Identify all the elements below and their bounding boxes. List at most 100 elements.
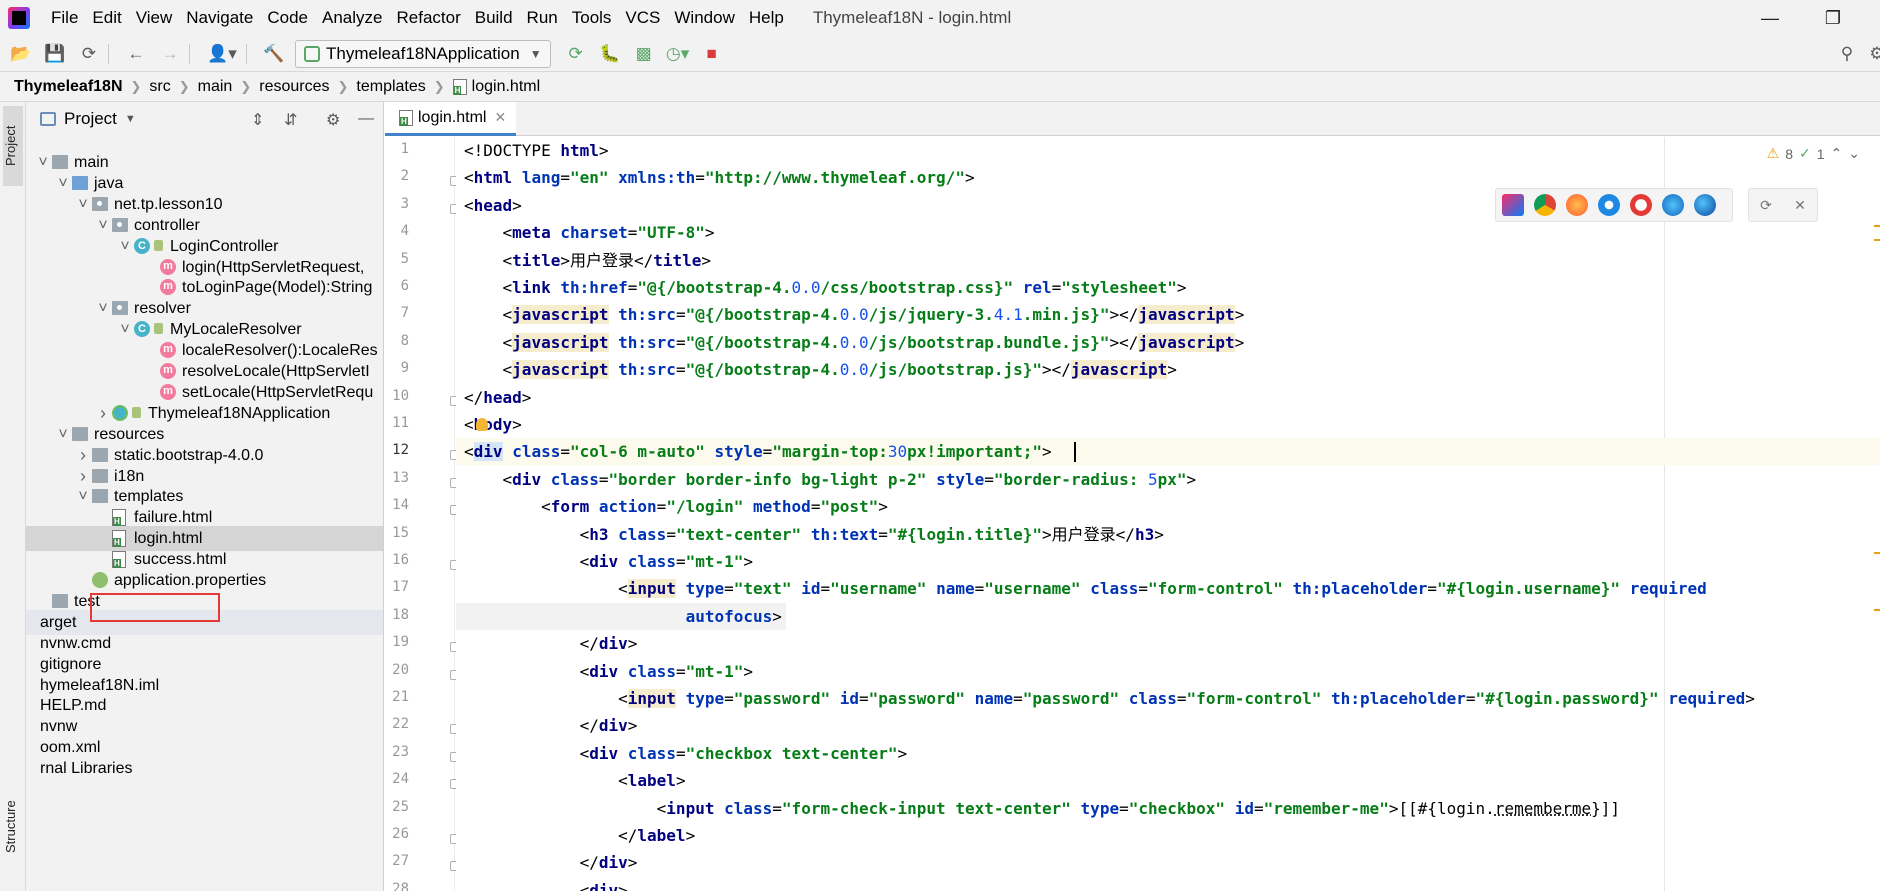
code-line[interactable]: <label>: [464, 767, 685, 794]
menu-vcs[interactable]: VCS: [618, 0, 667, 36]
tree-item[interactable]: rnal Libraries: [26, 756, 383, 781]
code-line[interactable]: <javascript th:src="@{/bootstrap-4.0.0/j…: [464, 329, 1244, 356]
prev-highlight-icon[interactable]: ⌃: [1831, 145, 1843, 162]
code-line[interactable]: <input type="password" id="password" nam…: [464, 685, 1755, 712]
error-stripe-mark[interactable]: [1874, 552, 1880, 554]
code-line[interactable]: <title>用户登录</title>: [464, 247, 712, 274]
stripe-tab-project[interactable]: Project: [3, 106, 23, 186]
minimize-icon[interactable]: —: [1745, 0, 1795, 36]
menu-file[interactable]: File: [44, 0, 85, 36]
menu-refactor[interactable]: Refactor: [389, 0, 467, 36]
forward-arrow-icon[interactable]: →: [157, 41, 183, 67]
code-line[interactable]: <div class="mt-1">: [464, 658, 753, 685]
firefox-icon[interactable]: [1566, 194, 1588, 216]
synchronize-icon[interactable]: ⟳: [76, 41, 102, 67]
code-line[interactable]: autofocus>: [464, 603, 782, 630]
chrome-icon[interactable]: [1534, 194, 1556, 216]
code-line[interactable]: <input class="form-check-input text-cent…: [464, 795, 1620, 822]
expand-all-icon[interactable]: ⇕: [251, 110, 264, 130]
code-line[interactable]: <!DOCTYPE html>: [464, 137, 609, 164]
stripe-tab-structure[interactable]: Structure: [3, 772, 23, 882]
tab-login-html[interactable]: login.html ✕: [385, 102, 517, 136]
menu-code[interactable]: Code: [260, 0, 315, 36]
internet-explorer-icon[interactable]: [1662, 194, 1684, 216]
run-config-label: Thymeleaf18NApplication: [326, 43, 520, 63]
code-line[interactable]: </head>: [464, 384, 531, 411]
code-editor[interactable]: <!DOCTYPE html> <html lang="en" xmlns:th=…: [456, 137, 1880, 891]
restore-icon[interactable]: ❐: [1808, 0, 1858, 36]
menu-build[interactable]: Build: [468, 0, 520, 36]
breadcrumb-file[interactable]: login.html: [472, 78, 540, 96]
rerun-icon[interactable]: ⟳: [563, 41, 589, 67]
menu-help[interactable]: Help: [742, 0, 791, 36]
breadcrumb-templates[interactable]: templates: [356, 78, 425, 96]
build-hammer-icon[interactable]: 🔨: [261, 41, 287, 67]
intellij-browser-icon[interactable]: [1502, 194, 1524, 216]
chevron-down-icon[interactable]: ▼: [125, 113, 136, 125]
error-stripe-mark[interactable]: [1874, 239, 1880, 241]
opera-icon[interactable]: [1630, 194, 1652, 216]
line-number: 24: [392, 771, 409, 788]
code-line[interactable]: <div class="col-6 m-auto" style="margin-…: [464, 438, 1052, 465]
menu-edit[interactable]: Edit: [85, 0, 128, 36]
code-line[interactable]: <head>: [464, 192, 522, 219]
line-number: 22: [392, 716, 409, 733]
code-line[interactable]: <body>: [464, 411, 522, 438]
safari-icon[interactable]: [1598, 194, 1620, 216]
code-line[interactable]: <div>: [464, 877, 628, 891]
code-line[interactable]: <div class="border border-info bg-light …: [464, 466, 1197, 493]
debug-bug-icon[interactable]: 🐛: [597, 41, 623, 67]
code-line[interactable]: <javascript th:src="@{/bootstrap-4.0.0/j…: [464, 356, 1177, 383]
code-line[interactable]: </div>: [464, 712, 638, 739]
code-line[interactable]: </div>: [464, 849, 638, 876]
code-line[interactable]: <input type="text" id="username" name="u…: [464, 575, 1707, 602]
next-highlight-icon[interactable]: ⌄: [1848, 145, 1860, 162]
coverage-icon[interactable]: ▩: [631, 41, 657, 67]
run-configuration-selector[interactable]: Thymeleaf18NApplication ▼: [295, 39, 551, 68]
save-all-icon[interactable]: 💾: [42, 41, 68, 67]
breadcrumb-src[interactable]: src: [149, 78, 170, 96]
profile-icon[interactable]: ◷▾: [665, 41, 691, 67]
user-dropdown-icon[interactable]: 👤▾: [204, 41, 240, 67]
line-number: 7: [400, 305, 409, 322]
menu-view[interactable]: View: [129, 0, 180, 36]
code-line[interactable]: </div>: [464, 630, 638, 657]
collapse-all-icon[interactable]: ⇵: [284, 110, 297, 130]
code-line[interactable]: </label>: [464, 822, 695, 849]
preview-reload-icon[interactable]: ⟳: [1760, 197, 1772, 214]
code-line[interactable]: <javascript th:src="@{/bootstrap-4.0.0/j…: [464, 301, 1244, 328]
code-line[interactable]: <form action="/login" method="post">: [464, 493, 888, 520]
close-tab-icon[interactable]: ✕: [494, 109, 506, 126]
code-line[interactable]: <html lang="en" xmlns:th="http://www.thy…: [464, 164, 975, 191]
breadcrumb-resources[interactable]: resources: [259, 78, 329, 96]
stop-icon[interactable]: ■: [699, 41, 725, 67]
menu-navigate[interactable]: Navigate: [179, 0, 260, 36]
settings-gear-icon[interactable]: ⚙: [1864, 41, 1880, 67]
back-arrow-icon[interactable]: ←: [123, 41, 149, 67]
error-stripe-mark[interactable]: [1874, 609, 1880, 611]
search-icon[interactable]: ⚲: [1834, 41, 1860, 67]
panel-settings-gear-icon[interactable]: ⚙: [326, 110, 340, 130]
close-icon[interactable]: ✕: [1794, 197, 1806, 214]
project-panel-title[interactable]: Project: [64, 109, 117, 129]
code-line[interactable]: <h3 class="text-center" th:text="#{login…: [464, 521, 1164, 548]
code-line[interactable]: <meta charset="UTF-8">: [464, 219, 715, 246]
hide-panel-icon[interactable]: —: [358, 110, 374, 128]
inspection-widget[interactable]: ⚠ 8 ✓ 1 ⌃ ⌄: [1767, 145, 1860, 162]
line-number: 6: [400, 278, 409, 294]
code-line[interactable]: <div class="mt-1">: [464, 548, 753, 575]
code-line[interactable]: <link th:href="@{/bootstrap-4.0.0/css/bo…: [464, 274, 1187, 301]
error-stripe-mark[interactable]: [1874, 225, 1880, 227]
line-number: 26: [392, 826, 409, 842]
menu-window[interactable]: Window: [667, 0, 741, 36]
menu-run[interactable]: Run: [520, 0, 565, 36]
code-line[interactable]: <div class="checkbox text-center">: [464, 740, 908, 767]
menu-analyze[interactable]: Analyze: [315, 0, 389, 36]
edge-icon[interactable]: [1694, 194, 1716, 216]
open-folder-icon[interactable]: 📂: [8, 41, 34, 67]
breadcrumb-project[interactable]: Thymeleaf18N: [14, 78, 123, 96]
breadcrumb-main[interactable]: main: [198, 78, 233, 96]
method-icon: [160, 254, 176, 279]
intention-lightbulb-icon[interactable]: [476, 418, 488, 431]
menu-tools[interactable]: Tools: [565, 0, 619, 36]
